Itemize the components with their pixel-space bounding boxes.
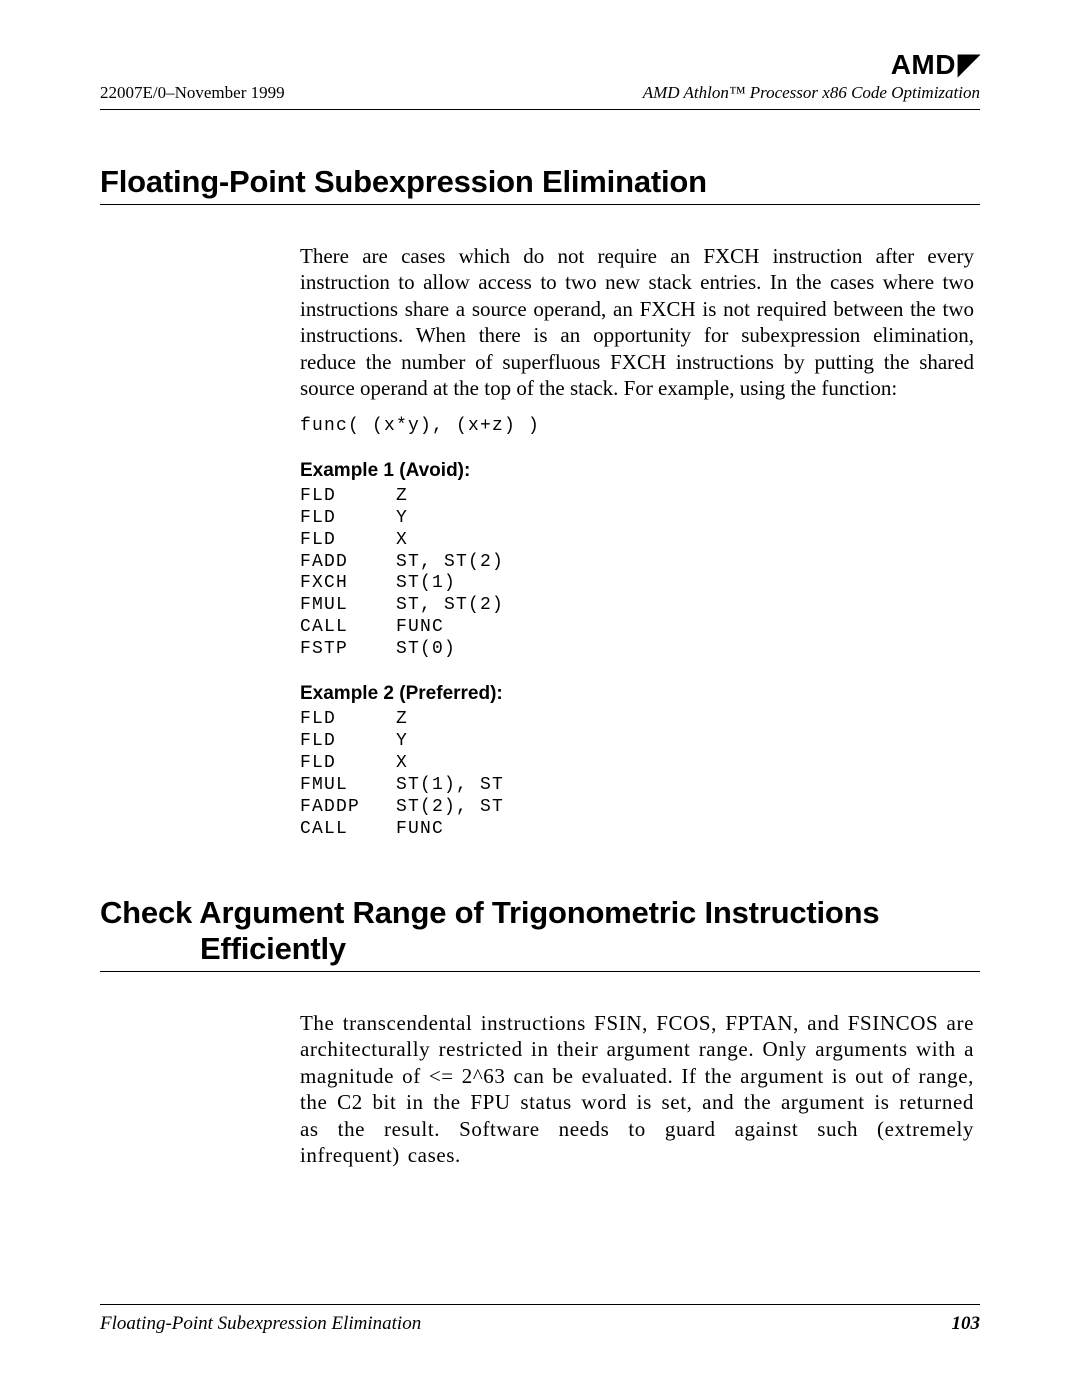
footer-title: Floating-Point Subexpression Elimination: [100, 1313, 421, 1335]
brand-arrow-icon: ◤: [958, 47, 980, 80]
example-2-title: Example 2 (Preferred):: [300, 683, 974, 705]
section-2-body: The transcendental instructions FSIN, FC…: [300, 1010, 974, 1169]
brand-logo: AMD◤: [100, 48, 980, 81]
header-doc-title: AMD Athlon™ Processor x86 Code Optimizat…: [643, 83, 980, 103]
page: AMD◤ 22007E/0–November 1999 AMD Athlon™ …: [0, 0, 1080, 1397]
example-2-code: FLD Z FLD Y FLD X FMUL ST(1), ST FADDP S…: [300, 709, 974, 841]
section-1-body: There are cases which do not require an …: [300, 243, 974, 841]
footer-page-number: 103: [952, 1313, 981, 1335]
brand-text: AMD: [891, 49, 956, 80]
header-rule: [100, 109, 980, 110]
section-rule-2: [100, 971, 980, 972]
footer: Floating-Point Subexpression Elimination…: [100, 1304, 980, 1335]
func-expression-code: func( (x*y), (x+z) ): [300, 416, 974, 438]
section-rule-1: [100, 204, 980, 205]
section-heading-2: Check Argument Range of Trigonometric In…: [100, 895, 980, 967]
section-heading-1: Floating-Point Subexpression Elimination: [100, 164, 980, 200]
header-doc-id: 22007E/0–November 1999: [100, 83, 285, 103]
example-1-title: Example 1 (Avoid):: [300, 460, 974, 482]
running-header: 22007E/0–November 1999 AMD Athlon™ Proce…: [100, 83, 980, 109]
example-1-code: FLD Z FLD Y FLD X FADD ST, ST(2) FXCH ST…: [300, 486, 974, 662]
section-1-paragraph: There are cases which do not require an …: [300, 243, 974, 402]
section-2-paragraph: The transcendental instructions FSIN, FC…: [300, 1010, 974, 1169]
